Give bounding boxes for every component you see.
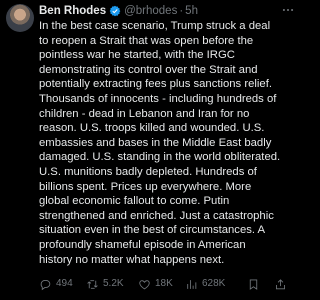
tweet-actions: 494 5.2K 18K 628K xyxy=(39,276,297,292)
share-button[interactable] xyxy=(274,276,291,292)
tweet-card[interactable]: Ben Rhodes @brhodes · 5h In the best cas… xyxy=(0,0,300,300)
author-handle[interactable]: @brhodes xyxy=(124,3,177,19)
reply-icon xyxy=(40,279,51,290)
like-count: 18K xyxy=(155,278,173,289)
views-button[interactable]: 628K xyxy=(185,276,225,292)
verified-badge-icon xyxy=(109,5,121,17)
retweet-button[interactable]: 5.2K xyxy=(86,276,124,292)
tweet-text: In the best case scenario, Trump struck … xyxy=(39,20,281,266)
avatar[interactable] xyxy=(6,4,34,32)
more-options-icon[interactable] xyxy=(281,3,295,17)
reply-count: 494 xyxy=(56,278,73,289)
retweet-count: 5.2K xyxy=(103,278,124,289)
bookmark-icon xyxy=(249,278,258,290)
tweet-header: Ben Rhodes @brhodes · 5h xyxy=(39,3,198,19)
author-name[interactable]: Ben Rhodes xyxy=(39,3,106,19)
bookmark-button[interactable] xyxy=(247,276,264,292)
views-chart-icon xyxy=(187,279,197,289)
views-count: 628K xyxy=(202,278,226,289)
separator-dot: · xyxy=(179,5,184,17)
like-button[interactable]: 18K xyxy=(138,276,173,292)
reply-button[interactable]: 494 xyxy=(39,276,73,292)
retweet-icon xyxy=(87,279,98,289)
share-icon xyxy=(276,278,285,289)
tweet-timestamp[interactable]: 5h xyxy=(185,3,198,19)
heart-icon xyxy=(139,279,150,289)
